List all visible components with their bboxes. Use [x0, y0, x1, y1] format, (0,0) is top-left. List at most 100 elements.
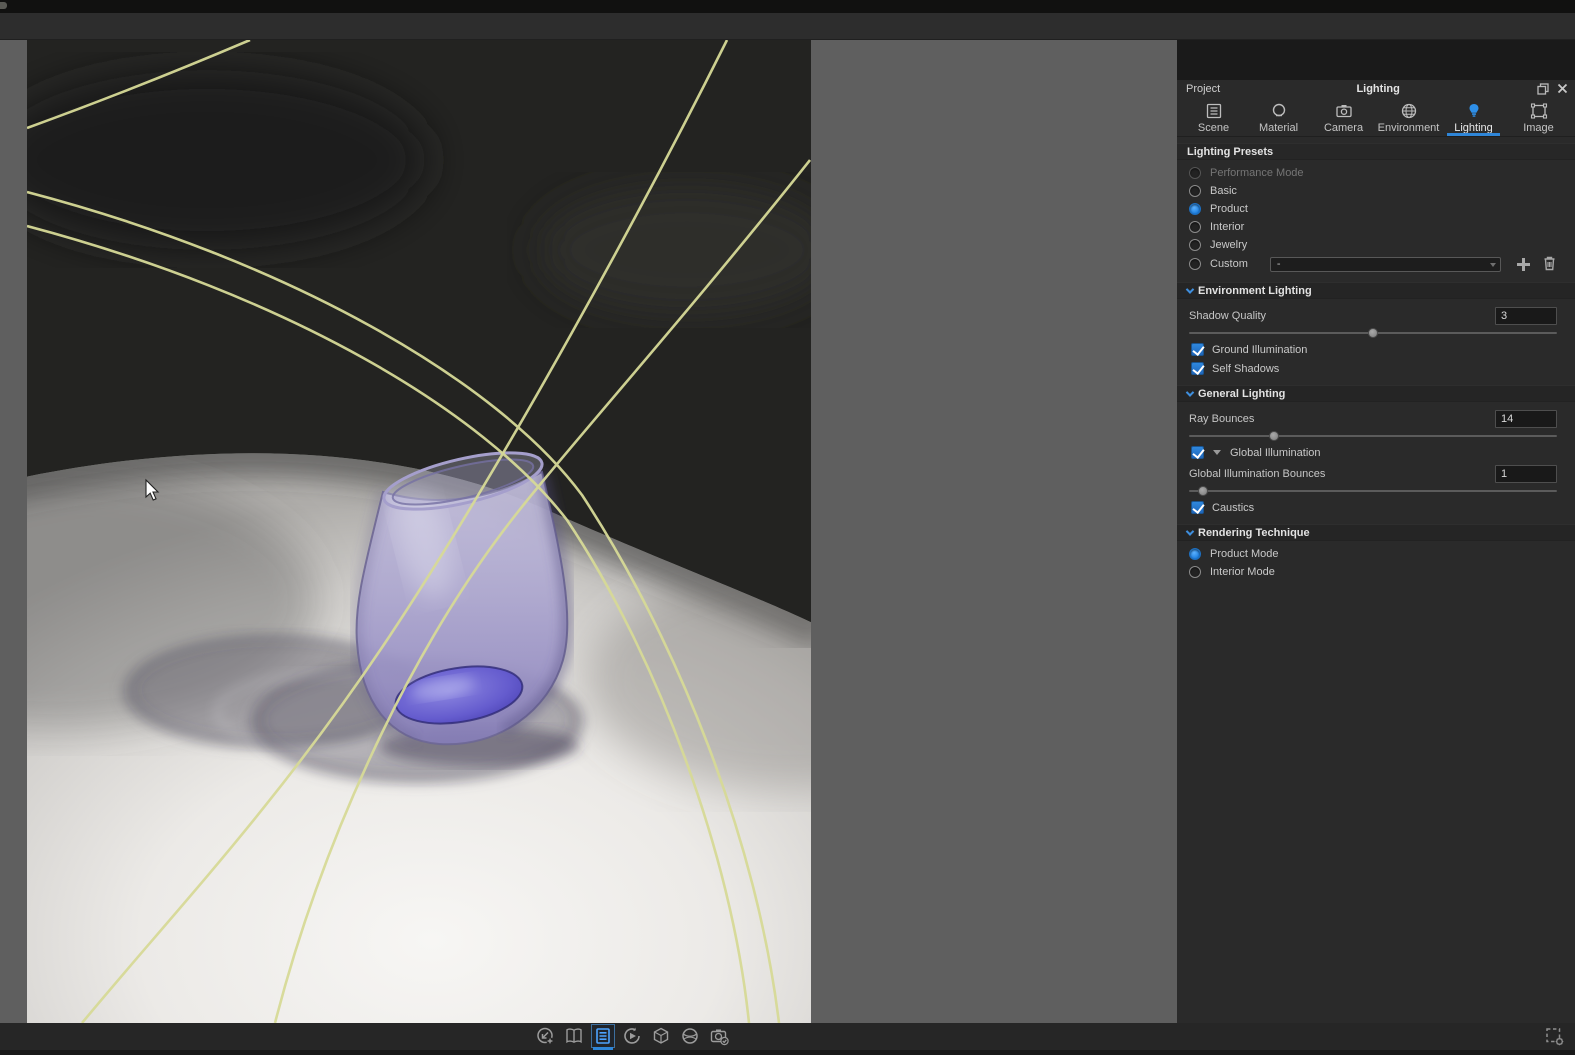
dropdown-arrow-icon — [1489, 262, 1496, 267]
custom-preset-value: - — [1276, 258, 1281, 270]
render-camera-icon — [710, 1029, 729, 1046]
tab-lighting[interactable]: Lighting — [1441, 99, 1506, 136]
radio-interior-mode[interactable] — [1189, 566, 1201, 578]
tab-environment-label: Environment — [1377, 122, 1440, 134]
close-panel-icon[interactable] — [1556, 82, 1569, 95]
keyshot-window: Project Lighting Scene Material Camera E… — [0, 0, 1575, 1055]
library-button[interactable] — [562, 1024, 586, 1048]
custom-preset-dropdown[interactable]: - — [1269, 256, 1501, 272]
ray-bounces-label: Ray Bounces — [1189, 413, 1255, 425]
environment-lighting-header[interactable]: Environment Lighting — [1177, 282, 1575, 299]
tab-material-label: Material — [1258, 122, 1299, 134]
interior-mode-row[interactable]: Interior Mode — [1189, 563, 1557, 581]
ray-bounces-input[interactable] — [1495, 410, 1557, 428]
tab-camera[interactable]: Camera — [1311, 99, 1376, 136]
product-mode-row[interactable]: Product Mode — [1189, 545, 1557, 563]
rendering-technique-header[interactable]: Rendering Technique — [1177, 524, 1575, 541]
ground-illumination-row[interactable]: Ground Illumination — [1189, 341, 1557, 358]
window-menu-stub-icon — [0, 2, 7, 9]
lighting-bulb-icon — [1469, 104, 1478, 117]
radio-interior[interactable] — [1189, 221, 1201, 233]
project-tab-bar: Scene Material Camera Environment Lighti… — [1177, 97, 1575, 137]
shadow-quality-label: Shadow Quality — [1189, 310, 1267, 322]
image-frame-icon — [1530, 103, 1547, 119]
lighting-presets-options: Performance Mode Basic Product Interior … — [1177, 160, 1575, 274]
self-shadows-row[interactable]: Self Shadows — [1189, 360, 1557, 377]
radio-performance-mode[interactable] — [1189, 167, 1201, 179]
camera-icon — [1335, 105, 1352, 118]
gi-bounces-input[interactable] — [1495, 465, 1557, 483]
collapse-chevron-icon — [1185, 526, 1195, 536]
shadow-quality-slider-handle[interactable] — [1368, 328, 1378, 338]
preset-custom-row: Custom - — [1189, 254, 1557, 274]
undock-panel-icon[interactable] — [1536, 82, 1549, 95]
tab-image[interactable]: Image — [1506, 99, 1571, 136]
shadow-quality-input[interactable] — [1495, 307, 1557, 325]
gi-bounces-slider[interactable] — [1189, 485, 1557, 497]
import-icon — [537, 1027, 554, 1045]
project-panel-icon — [596, 1028, 610, 1044]
scene-list-icon — [1206, 103, 1221, 119]
project-panel-titlebar[interactable]: Project Lighting — [1177, 80, 1575, 97]
global-illumination-row[interactable]: Global Illumination — [1189, 444, 1557, 461]
tab-environment[interactable]: Environment — [1376, 99, 1441, 136]
preset-performance-mode[interactable]: Performance Mode — [1189, 164, 1557, 182]
animation-button[interactable] — [620, 1024, 644, 1048]
region-settings-button[interactable] — [1544, 1026, 1565, 1052]
add-custom-preset-button[interactable] — [1516, 257, 1531, 272]
collapse-chevron-icon — [1185, 387, 1195, 397]
render-scene — [27, 40, 811, 1023]
caustics-checkbox[interactable] — [1191, 501, 1204, 514]
tab-camera-label: Camera — [1323, 122, 1364, 134]
main-toolbar — [0, 13, 1575, 40]
realtime-viewport[interactable] — [27, 40, 811, 1023]
material-studio-icon — [682, 1028, 698, 1044]
ground-illumination-checkbox[interactable] — [1191, 343, 1204, 356]
project-button[interactable] — [591, 1024, 615, 1050]
ray-bounces-slider-handle[interactable] — [1268, 431, 1279, 441]
global-illumination-expander-icon[interactable] — [1213, 450, 1221, 455]
preset-basic[interactable]: Basic — [1189, 182, 1557, 200]
lighting-presets-title: Lighting Presets — [1187, 145, 1274, 158]
radio-custom[interactable] — [1189, 258, 1201, 270]
gi-bounces-slider-handle[interactable] — [1198, 486, 1209, 496]
radio-product[interactable] — [1189, 203, 1201, 215]
tab-image-label: Image — [1523, 122, 1554, 134]
gi-bounces-row: Global Illumination Bounces — [1189, 464, 1557, 484]
tab-material[interactable]: Material — [1246, 99, 1311, 136]
caustics-row[interactable]: Caustics — [1189, 499, 1557, 516]
ray-bounces-row: Ray Bounces — [1189, 409, 1557, 429]
lighting-presets-header: Lighting Presets — [1177, 143, 1575, 160]
window-bottom-strip — [0, 1050, 1575, 1055]
material-sphere-icon — [1272, 103, 1285, 117]
keyshotxr-button[interactable] — [649, 1024, 673, 1048]
library-book-icon — [566, 1028, 582, 1044]
project-panel: Project Lighting Scene Material Camera E… — [1177, 80, 1575, 1055]
tab-scene-label: Scene — [1197, 122, 1230, 134]
preset-jewelry[interactable]: Jewelry — [1189, 236, 1557, 254]
environment-globe-icon — [1401, 103, 1416, 119]
import-button[interactable] — [533, 1024, 557, 1048]
panel-active-tab-title: Lighting — [1356, 82, 1400, 95]
ray-bounces-slider[interactable] — [1189, 430, 1557, 442]
region-settings-icon — [1546, 1028, 1564, 1046]
xr-cube-icon — [653, 1027, 669, 1044]
self-shadows-checkbox[interactable] — [1191, 362, 1204, 375]
radio-basic[interactable] — [1189, 185, 1201, 197]
preset-interior[interactable]: Interior — [1189, 218, 1557, 236]
general-lighting-header[interactable]: General Lighting — [1177, 385, 1575, 402]
radio-product-mode[interactable] — [1189, 548, 1201, 560]
preset-product[interactable]: Product — [1189, 200, 1557, 218]
tab-lighting-label: Lighting — [1454, 122, 1493, 134]
shadow-quality-row: Shadow Quality — [1189, 306, 1557, 326]
studio-button[interactable] — [678, 1024, 702, 1048]
global-illumination-checkbox[interactable] — [1191, 446, 1204, 459]
radio-jewelry[interactable] — [1189, 239, 1201, 251]
collapse-chevron-icon — [1185, 284, 1195, 294]
bottom-toolbar — [0, 1023, 1575, 1050]
project-panel-label: Project — [1186, 82, 1221, 95]
render-button[interactable] — [707, 1024, 731, 1048]
shadow-quality-slider[interactable] — [1189, 327, 1557, 339]
delete-custom-preset-button[interactable] — [1542, 255, 1557, 274]
tab-scene[interactable]: Scene — [1181, 99, 1246, 136]
